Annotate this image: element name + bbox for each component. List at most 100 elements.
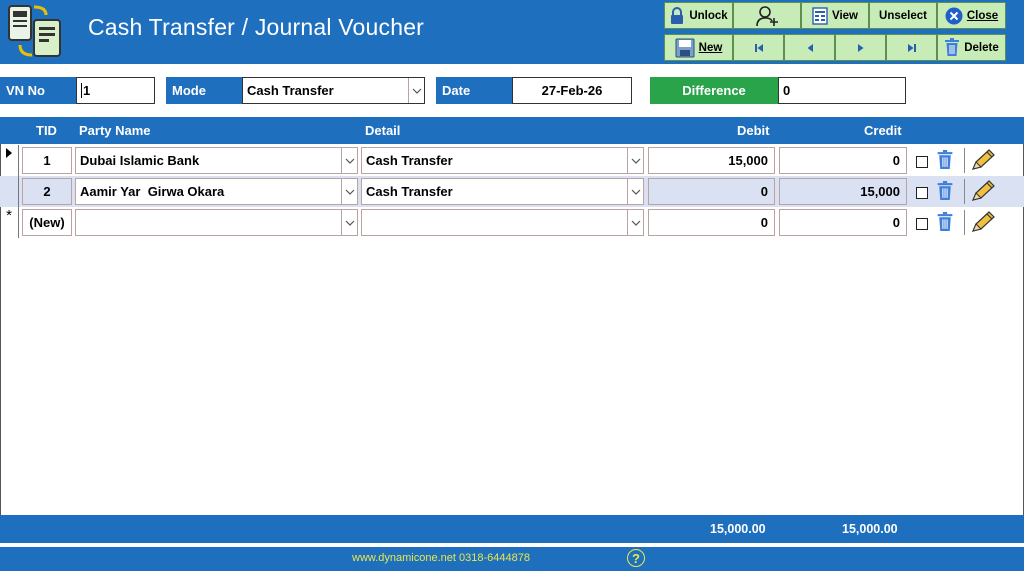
divider xyxy=(964,210,965,235)
next-record-button[interactable] xyxy=(835,34,886,61)
detail-select[interactable] xyxy=(361,209,644,236)
pencil-edit-icon[interactable] xyxy=(970,179,996,203)
view-button[interactable]: View xyxy=(801,2,869,29)
col-party-name: Party Name xyxy=(79,123,151,138)
delete-button[interactable]: Delete xyxy=(937,34,1006,61)
table-row[interactable]: 2 Aamir Yar Girwa Okara Cash Transfer 0 … xyxy=(0,176,1024,207)
page-title: Cash Transfer / Journal Voucher xyxy=(88,14,425,40)
pencil-edit-icon[interactable] xyxy=(970,210,996,234)
chevron-down-icon[interactable] xyxy=(627,148,643,173)
mode-label: Mode xyxy=(166,77,242,104)
chevron-down-icon[interactable] xyxy=(408,78,424,103)
pencil-edit-icon[interactable] xyxy=(970,148,996,172)
credit-input[interactable]: 0 xyxy=(779,147,907,174)
chevron-down-icon[interactable] xyxy=(341,179,357,204)
credit-input[interactable]: 15,000 xyxy=(779,178,907,205)
unselect-button[interactable]: Unselect xyxy=(869,2,937,29)
new-button[interactable]: New xyxy=(664,34,733,61)
tid-value: 2 xyxy=(43,184,51,199)
mode-select[interactable]: Cash Transfer xyxy=(242,77,425,104)
credit-input[interactable]: 0 xyxy=(779,209,907,236)
first-record-button[interactable] xyxy=(733,34,784,61)
party-name-select[interactable]: Aamir Yar Girwa Okara xyxy=(75,178,358,205)
difference-label: Difference xyxy=(650,77,778,104)
title-bar: Cash Transfer / Journal Voucher Unlock V… xyxy=(0,0,1024,64)
vn-no-field[interactable]: 1 xyxy=(76,77,155,104)
tid-cell[interactable]: 2 xyxy=(22,178,72,205)
unlock-button[interactable]: Unlock xyxy=(664,2,733,29)
col-credit: Credit xyxy=(864,123,902,138)
add-user-button[interactable] xyxy=(733,2,801,29)
date-value: 27-Feb-26 xyxy=(541,83,603,98)
party-name-value: Dubai Islamic Bank xyxy=(80,153,200,168)
trash-icon[interactable] xyxy=(936,212,954,232)
website-link[interactable]: www.dynamicone.net 0318-6444878 xyxy=(352,552,530,564)
current-row-icon xyxy=(6,148,12,158)
cash-transfer-logo-icon xyxy=(8,5,61,57)
tid-value: 1 xyxy=(43,153,51,168)
debit-input[interactable]: 0 xyxy=(648,209,775,236)
detail-value: Cash Transfer xyxy=(366,184,453,199)
tid-cell[interactable]: (New) xyxy=(22,209,72,236)
row-checkbox[interactable] xyxy=(916,218,928,230)
vn-no-value: 1 xyxy=(81,83,91,98)
mode-value: Cash Transfer xyxy=(247,83,334,98)
chevron-down-icon[interactable] xyxy=(627,210,643,235)
date-field[interactable]: 27-Feb-26 xyxy=(512,77,632,104)
row-selector[interactable] xyxy=(0,176,19,207)
first-record-icon xyxy=(754,43,763,52)
total-credit: 15,000.00 xyxy=(842,522,898,536)
detail-value: Cash Transfer xyxy=(366,153,453,168)
credit-value: 0 xyxy=(892,153,900,168)
trash-icon xyxy=(945,38,960,56)
close-label: Close xyxy=(966,9,999,22)
save-disk-icon xyxy=(675,38,695,57)
vn-no-label: VN No xyxy=(0,77,76,104)
difference-value: 0 xyxy=(783,83,791,98)
view-label: View xyxy=(832,9,858,22)
unselect-label: Unselect xyxy=(879,9,927,22)
debit-input[interactable]: 0 xyxy=(648,178,775,205)
credit-value: 0 xyxy=(892,215,900,230)
close-icon xyxy=(945,7,963,24)
close-button[interactable]: Close xyxy=(937,2,1006,29)
debit-value: 15,000 xyxy=(728,153,768,168)
row-selector[interactable] xyxy=(0,145,19,176)
last-record-button[interactable] xyxy=(886,34,937,61)
status-bar: www.dynamicone.net 0318-6444878 ? xyxy=(0,547,1024,571)
table-row-new[interactable]: * (New) 0 0 xyxy=(0,207,1024,238)
row-checkbox[interactable] xyxy=(916,187,928,199)
grid-header: TID Party Name Detail Debit Credit xyxy=(0,117,1024,144)
new-label: New xyxy=(698,41,723,54)
credit-value: 15,000 xyxy=(860,184,900,199)
help-icon[interactable]: ? xyxy=(627,549,645,567)
chevron-down-icon[interactable] xyxy=(341,210,357,235)
last-record-icon xyxy=(907,43,916,52)
col-tid: TID xyxy=(36,123,57,138)
chevron-down-icon[interactable] xyxy=(627,179,643,204)
debit-value: 0 xyxy=(760,184,768,199)
chevron-down-icon[interactable] xyxy=(341,148,357,173)
previous-record-icon xyxy=(807,43,813,52)
party-name-value: Aamir Yar Girwa Okara xyxy=(80,184,225,199)
debit-input[interactable]: 15,000 xyxy=(648,147,775,174)
view-report-icon xyxy=(812,6,828,25)
detail-select[interactable]: Cash Transfer xyxy=(361,178,644,205)
detail-select[interactable]: Cash Transfer xyxy=(361,147,644,174)
trash-icon[interactable] xyxy=(936,181,954,201)
party-name-select[interactable]: Dubai Islamic Bank xyxy=(75,147,358,174)
totals-bar: 15,000.00 15,000.00 xyxy=(0,515,1024,543)
tid-value: (New) xyxy=(29,215,65,230)
previous-record-button[interactable] xyxy=(784,34,835,61)
date-label: Date xyxy=(436,77,512,104)
divider xyxy=(964,148,965,173)
debit-value: 0 xyxy=(760,215,768,230)
table-row[interactable]: 1 Dubai Islamic Bank Cash Transfer 15,00… xyxy=(0,145,1024,176)
unlock-label: Unlock xyxy=(689,9,728,22)
divider xyxy=(964,179,965,204)
lock-icon xyxy=(671,6,684,24)
row-checkbox[interactable] xyxy=(916,156,928,168)
party-name-select[interactable] xyxy=(75,209,358,236)
trash-icon[interactable] xyxy=(936,150,954,170)
tid-cell[interactable]: 1 xyxy=(22,147,72,174)
